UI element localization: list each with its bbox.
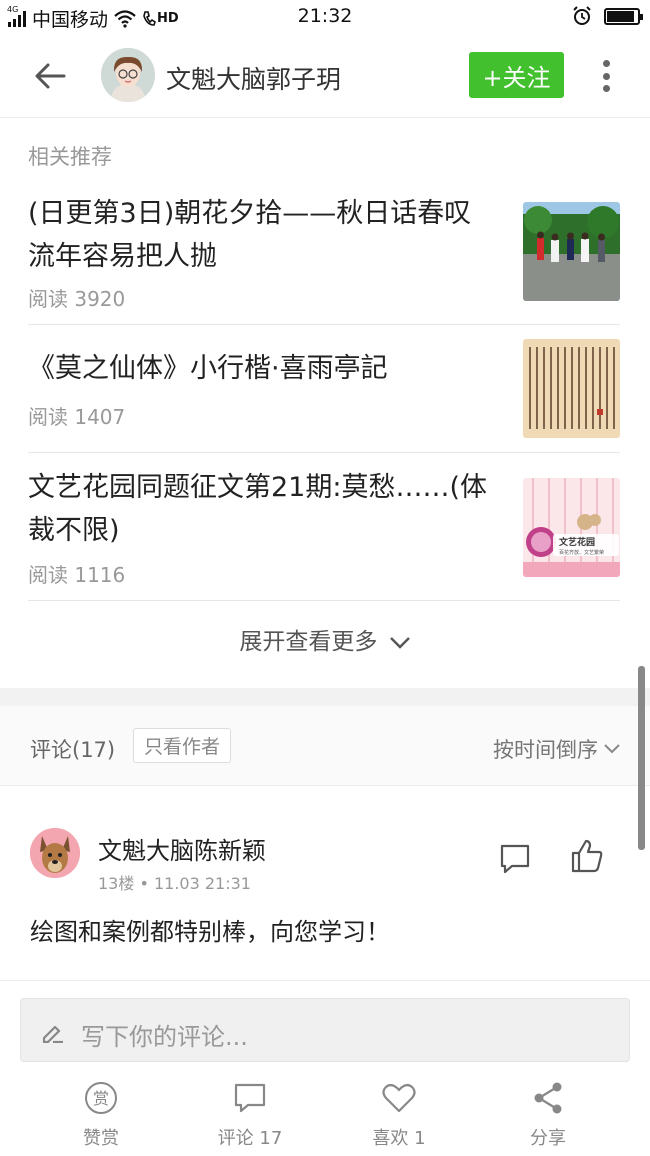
- related-item-title[interactable]: (日更第3日)朝花夕拾——秋日话春叹流年容易把人抛: [28, 192, 498, 278]
- chevron-down-icon: [389, 636, 410, 649]
- heart-icon: [382, 1083, 416, 1113]
- comment-meta: 13楼 • 11.03 21:31: [98, 874, 251, 893]
- commenter-avatar[interactable]: [30, 828, 80, 878]
- more-options-icon[interactable]: [594, 56, 618, 96]
- comments-header: 评论(17) 只看作者 按时间倒序: [0, 706, 650, 786]
- expand-more-button[interactable]: 展开查看更多: [0, 622, 650, 656]
- tip-icon: 赏: [85, 1082, 117, 1114]
- only-author-button[interactable]: 只看作者: [133, 728, 232, 763]
- thumbnail-subtitle: 百花齐放、文艺繁荣: [559, 549, 604, 556]
- reply-icon[interactable]: [498, 842, 532, 876]
- comment-input-placeholder: 写下你的评论...: [81, 1023, 248, 1051]
- thumbs-up-icon[interactable]: [570, 838, 604, 874]
- related-item-title[interactable]: 文艺花园同题征文第21期:莫愁……(体裁不限): [28, 466, 498, 552]
- related-item-reads: 阅读 3920: [28, 287, 126, 311]
- tip-button[interactable]: 赏 赞赏: [41, 1080, 161, 1150]
- related-item-reads: 阅读 1116: [28, 563, 126, 587]
- article-header: 文魁大脑郭子玥 +关注: [0, 34, 650, 118]
- related-item[interactable]: 《莫之仙体》小行楷·喜雨亭記 阅读 1407: [28, 325, 620, 453]
- like-label: 喜欢 1: [372, 1128, 426, 1149]
- sort-label: 按时间倒序: [493, 738, 598, 762]
- thumbnail-title: 文艺花园: [558, 536, 595, 548]
- share-button[interactable]: 分享: [488, 1080, 608, 1150]
- author-name[interactable]: 文魁大脑郭子玥: [166, 60, 341, 96]
- comment-button[interactable]: 评论 17: [190, 1080, 310, 1150]
- related-item-reads: 阅读 1407: [28, 405, 126, 429]
- clock: 21:32: [297, 5, 353, 27]
- related-item[interactable]: (日更第3日)朝花夕拾——秋日话春叹流年容易把人抛 阅读 3920: [28, 192, 620, 325]
- follow-button[interactable]: +关注: [469, 52, 564, 98]
- comment-input[interactable]: 写下你的评论...: [20, 998, 630, 1062]
- related-section-title: 相关推荐: [28, 145, 112, 169]
- alarm-icon: [573, 6, 591, 25]
- related-item-thumbnail[interactable]: [523, 202, 620, 301]
- related-item[interactable]: 文艺花园同题征文第21期:莫愁……(体裁不限) 阅读 1116 文艺花园 百花齐…: [28, 453, 620, 601]
- status-bar: 4G 中国移动 HD 21:32: [0, 0, 650, 34]
- back-arrow-icon[interactable]: [30, 56, 70, 96]
- commenter-name[interactable]: 文魁大脑陈新颖: [98, 831, 266, 866]
- pencil-icon: [42, 1025, 63, 1043]
- expand-more-label: 展开查看更多: [239, 629, 378, 655]
- section-divider: [0, 688, 650, 706]
- sort-dropdown[interactable]: 按时间倒序: [493, 734, 620, 764]
- battery-icon: [604, 7, 643, 25]
- comment-label: 评论 17: [217, 1128, 283, 1149]
- tip-label: 赞赏: [83, 1128, 119, 1149]
- comment-item: 文魁大脑陈新颖 13楼 • 11.03 21:31 绘图和案例都特别棒，向您学习…: [0, 787, 650, 981]
- related-item-thumbnail[interactable]: [523, 339, 620, 438]
- like-button[interactable]: 喜欢 1: [339, 1080, 459, 1150]
- author-avatar[interactable]: [101, 48, 155, 102]
- share-label: 分享: [530, 1128, 566, 1149]
- comment-text: 绘图和案例都特别棒，向您学习！: [30, 918, 390, 946]
- svg-text:赏: 赏: [93, 1089, 109, 1108]
- comment-count: 评论(17): [30, 738, 116, 762]
- share-icon: [534, 1082, 562, 1114]
- related-item-title[interactable]: 《莫之仙体》小行楷·喜雨亭記: [28, 347, 498, 390]
- related-item-thumbnail[interactable]: 文艺花园 百花齐放、文艺繁荣: [523, 478, 620, 577]
- bottom-action-bar: 赏 赞赏 评论 17 喜欢 1 分享: [0, 1074, 650, 1156]
- chevron-down-icon: [604, 744, 620, 754]
- comment-icon: [234, 1083, 266, 1113]
